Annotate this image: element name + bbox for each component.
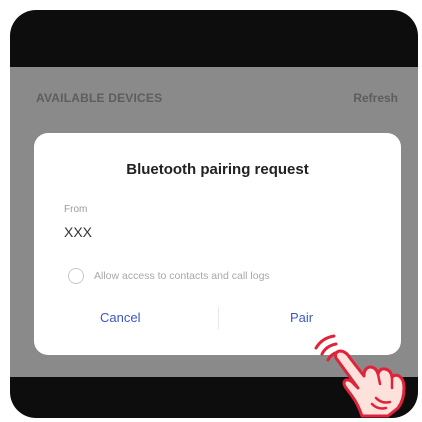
- available-devices-header: AVAILABLE DEVICES: [36, 91, 163, 105]
- checkbox-circle-icon[interactable]: [68, 268, 84, 284]
- from-value: XXX: [64, 224, 93, 240]
- contacts-access-label: Allow access to contacts and call logs: [94, 270, 270, 282]
- from-label: From: [64, 204, 88, 215]
- dialog-title: Bluetooth pairing request: [126, 161, 309, 178]
- tap-hand-icon: [314, 334, 406, 418]
- refresh-button[interactable]: Refresh: [353, 91, 398, 105]
- cancel-button[interactable]: Cancel: [100, 310, 140, 325]
- button-divider: [218, 307, 219, 329]
- contacts-access-option[interactable]: Allow access to contacts and call logs: [68, 266, 270, 286]
